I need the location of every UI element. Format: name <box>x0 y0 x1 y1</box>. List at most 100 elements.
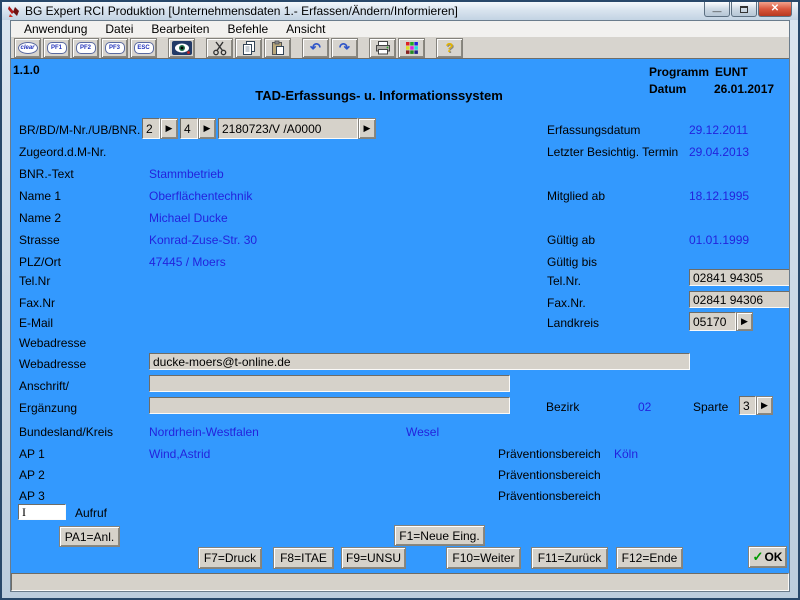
mitglied-ab-label: Mitglied ab <box>547 189 605 203</box>
fax2-input[interactable] <box>689 291 789 308</box>
minimize-button[interactable]: — <box>704 2 730 17</box>
copy-button[interactable] <box>235 38 262 58</box>
menu-befehle[interactable]: Befehle <box>218 22 277 36</box>
menu-ansicht[interactable]: Ansicht <box>277 22 334 36</box>
erfassungsdatum-value: 29.12.2011 <box>689 123 748 137</box>
paste-icon <box>270 40 286 56</box>
maximize-icon <box>740 6 748 13</box>
plz-ort-value: 47445 / Moers <box>149 255 226 269</box>
page-title: TAD-Erfassungs- u. Informationssystem <box>11 88 747 103</box>
copy-icon <box>241 40 257 56</box>
bezirk-value: 02 <box>638 400 651 414</box>
window-controls: — ✕ <box>703 2 792 17</box>
praev1-label: Präventionsbereich <box>498 447 601 461</box>
close-button[interactable]: ✕ <box>758 2 792 17</box>
ap3-label: AP 3 <box>19 489 45 503</box>
strasse-label: Strasse <box>19 233 60 247</box>
fax2-label: Fax.Nr. <box>547 296 586 310</box>
webadresse-input[interactable] <box>149 353 690 370</box>
undo-button[interactable]: ↶ <box>302 38 329 58</box>
bnr-text-label: BNR.-Text <box>19 167 74 181</box>
f9-unsu-button[interactable]: F9=UNSU <box>341 547 406 569</box>
mnr-combo-value: 2180723/V /A0000 <box>218 118 358 139</box>
menu-bearbeiten[interactable]: Bearbeiten <box>142 22 218 36</box>
paste-button[interactable] <box>264 38 291 58</box>
application-window: BG Expert RCI Produktion [Unternehmensda… <box>0 0 800 600</box>
tel2-input[interactable] <box>689 269 789 286</box>
sparte-combo-arrow-icon[interactable]: ▶ <box>756 396 773 415</box>
redo-button[interactable]: ↷ <box>331 38 358 58</box>
landkreis-label: Landkreis <box>547 316 599 330</box>
pf2-button[interactable]: PF2 <box>72 38 99 58</box>
pf1-button[interactable]: PF1 <box>43 38 70 58</box>
menu-bar: Anwendung Datei Bearbeiten Befehle Ansic… <box>11 21 789 37</box>
aufruf-input[interactable]: I <box>18 504 66 520</box>
landkreis-combo[interactable]: 05170 ▶ <box>689 312 753 331</box>
landkreis-combo-arrow-icon[interactable]: ▶ <box>736 312 753 331</box>
bd-combo-arrow-icon[interactable]: ▶ <box>198 118 216 139</box>
form-area: 1.1.0 Programm EUNT Datum 26.01.2017 TAD… <box>11 59 789 573</box>
esc-button[interactable]: ESC <box>130 38 157 58</box>
pf1-icon: PF1 <box>47 42 67 54</box>
mnr-combo-arrow-icon[interactable]: ▶ <box>358 118 376 139</box>
f7-druck-button[interactable]: F7=Druck <box>198 547 262 569</box>
f10-weiter-button[interactable]: F10=Weiter <box>446 547 521 569</box>
program-label: Programm <box>649 65 709 79</box>
br-combo-arrow-icon[interactable]: ▶ <box>160 118 178 139</box>
bezirk-label: Bezirk <box>546 400 579 414</box>
mnr-combo[interactable]: 2180723/V /A0000 ▶ <box>218 118 376 139</box>
f8-itae-button[interactable]: F8=ITAE <box>273 547 334 569</box>
name2-value: Michael Ducke <box>149 211 228 225</box>
ok-button[interactable]: ✓OK <box>748 546 787 568</box>
erfassungsdatum-label: Erfassungsdatum <box>547 123 640 137</box>
menu-anwendung[interactable]: Anwendung <box>15 22 96 36</box>
clear-button[interactable]: clear <box>14 38 41 58</box>
pa1-anl-button[interactable]: PA1=Anl. <box>59 526 120 547</box>
letzter-termin-label: Letzter Besichtig. Termin <box>547 145 678 159</box>
ergaenzung-input[interactable] <box>149 397 510 414</box>
minimize-icon: — <box>713 7 722 16</box>
help-icon: ? <box>446 40 454 55</box>
colors-grid-icon <box>405 41 419 55</box>
ap2-label: AP 2 <box>19 468 45 482</box>
cut-button[interactable] <box>206 38 233 58</box>
eye-icon <box>172 41 192 55</box>
f12-ende-button[interactable]: F12=Ende <box>616 547 683 569</box>
plz-ort-label: PLZ/Ort <box>19 255 61 269</box>
close-icon: ✕ <box>771 4 779 14</box>
bd-combo-value: 4 <box>180 118 198 139</box>
letzter-termin-value: 29.04.2013 <box>689 145 749 159</box>
anschrift-input[interactable] <box>149 375 510 392</box>
br-combo[interactable]: 2 ▶ <box>142 118 178 139</box>
menu-datei[interactable]: Datei <box>96 22 142 36</box>
sparte-combo[interactable]: 3 ▶ <box>739 396 773 415</box>
f11-zurueck-button[interactable]: F11=Zurück <box>531 547 608 569</box>
ap1-label: AP 1 <box>19 447 45 461</box>
screen-id: 1.1.0 <box>13 63 40 77</box>
landkreis-combo-value: 05170 <box>689 312 736 331</box>
sparte-combo-value: 3 <box>739 396 756 415</box>
app-icon <box>7 5 21 18</box>
help-button[interactable]: ? <box>436 38 463 58</box>
colors-button[interactable] <box>398 38 425 58</box>
email-label: E-Mail <box>19 316 53 330</box>
client-area: Anwendung Datei Bearbeiten Befehle Ansic… <box>10 20 790 592</box>
sparte-label: Sparte <box>693 400 728 414</box>
view-button[interactable] <box>168 38 195 58</box>
pf3-button[interactable]: PF3 <box>101 38 128 58</box>
printer-icon <box>375 40 391 55</box>
anschrift-label: Anschrift/ <box>19 379 69 393</box>
bnr-text-value: Stammbetrieb <box>149 167 224 181</box>
redo-icon: ↷ <box>339 41 350 54</box>
tel-label: Tel.Nr <box>19 274 50 288</box>
tel2-label: Tel.Nr. <box>547 274 581 288</box>
pf2-icon: PF2 <box>76 42 96 54</box>
praev1-value: Köln <box>614 447 638 461</box>
f1-neue-eing-button[interactable]: F1=Neue Eing. <box>394 525 485 546</box>
bundesland-label: Bundesland/Kreis <box>19 425 113 439</box>
print-button[interactable] <box>369 38 396 58</box>
maximize-button[interactable] <box>731 2 757 17</box>
clear-icon: clear <box>18 42 38 54</box>
bd-combo[interactable]: 4 ▶ <box>180 118 216 139</box>
toolbar: clear PF1 PF2 PF3 ESC <box>11 37 789 59</box>
